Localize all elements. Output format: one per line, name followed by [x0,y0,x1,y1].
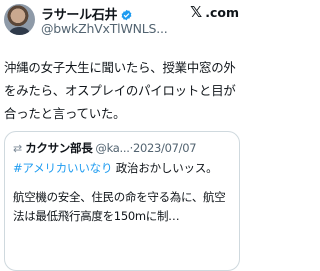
quoted-tweet-header: ⇄ カクサン部長 @ka...·2023/07/07 [13,140,233,156]
verified-badge-icon [120,7,133,20]
quoted-tweet-first-line: #アメリカいいなり 政治おかしいッス。 [13,160,235,176]
x-logo-icon: 𝕏 [190,3,203,21]
quoted-tweet-card[interactable]: ⇄ カクサン部長 @ka...·2023/07/07 #アメリカいいなり 政治お… [4,131,240,271]
author-display-name[interactable]: ラサール石井 [41,4,118,23]
tweet-body-text: 沖縄の女子大生に聞いたら、授業中窓の外をみたら、オスプレイのパイロットと目が合っ… [4,60,236,121]
x-logo-text: .com [205,5,239,20]
repost-avatar-icon: ⇄ [13,141,23,155]
hashtag-link[interactable]: #アメリカいいなり [13,161,112,175]
author-handle[interactable]: @bwkZhVxTlWNLS... [41,21,168,36]
x-logo[interactable]: 𝕏 .com [190,3,239,21]
quoted-tweet-body: 航空機の安全、住民の命を守る為に、航空法は最低飛行高度を150mに制… [13,190,226,223]
quoted-tweet-line-text: 政治おかしいッス。 [112,161,218,175]
quoted-author-meta: @ka...·2023/07/07 [95,141,197,155]
author-avatar[interactable] [4,4,35,35]
author-name-row: ラサール石井 [41,4,133,23]
quoted-author-name[interactable]: カクサン部長 [25,140,93,156]
